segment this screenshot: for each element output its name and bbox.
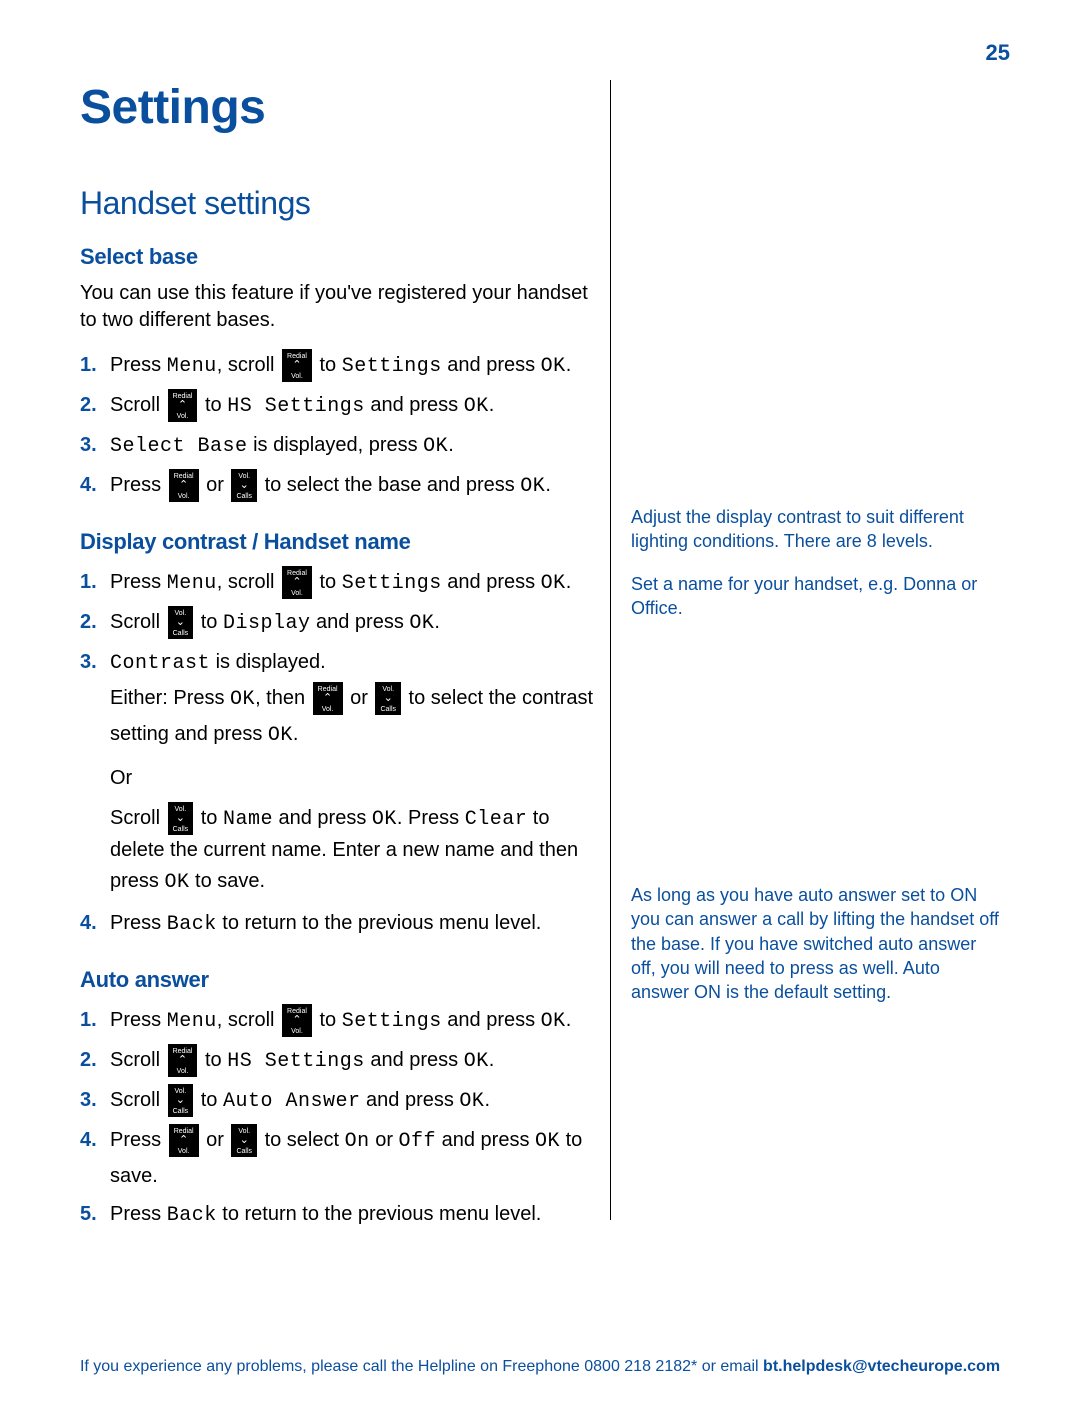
step-2: 2. Scroll Redial⌃Vol. to HS Settings and… <box>80 388 595 424</box>
step-1: 1. Press Menu, scroll Redial⌃Vol. to Set… <box>80 348 595 384</box>
step-1: 1. Press Menu, scroll Redial⌃Vol. to Set… <box>80 1003 595 1039</box>
steps-display-contrast: 1. Press Menu, scroll Redial⌃Vol. to Set… <box>80 565 595 942</box>
up-button-icon: Redial⌃Vol. <box>169 469 199 502</box>
down-button-icon: Vol.⌄Calls <box>231 469 257 502</box>
sidebar: Adjust the display contrast to suit diff… <box>610 80 1000 1220</box>
down-button-icon: Vol.⌄Calls <box>168 606 194 639</box>
intro-select-base: You can use this feature if you've regis… <box>80 280 595 334</box>
sidenote-contrast: Adjust the display contrast to suit diff… <box>631 505 1000 554</box>
down-button-icon: Vol.⌄Calls <box>375 682 401 715</box>
steps-auto-answer: 1. Press Menu, scroll Redial⌃Vol. to Set… <box>80 1003 595 1233</box>
page-content: Settings Handset settings Select base Yo… <box>80 80 1000 1220</box>
step-3-alt: Scroll Vol.⌄Calls to Name and press OK. … <box>110 802 595 898</box>
heading-display-contrast: Display contrast / Handset name <box>80 529 595 555</box>
up-button-icon: Redial⌃Vol. <box>313 682 343 715</box>
up-button-icon: Redial⌃Vol. <box>282 566 312 599</box>
step-4: 4. Press Redial⌃Vol. or Vol.⌄Calls to se… <box>80 1123 595 1193</box>
step-2: 2. Scroll Vol.⌄Calls to Display and pres… <box>80 605 595 641</box>
page-number: 25 <box>986 40 1010 66</box>
up-button-icon: Redial⌃Vol. <box>282 349 312 382</box>
main-column: Settings Handset settings Select base Yo… <box>80 80 610 1220</box>
up-button-icon: Redial⌃Vol. <box>282 1004 312 1037</box>
step-3: 3. Scroll Vol.⌄Calls to Auto Answer and … <box>80 1083 595 1119</box>
down-button-icon: Vol.⌄Calls <box>168 802 194 835</box>
step-3: 3. Contrast is displayed. Either: Press … <box>80 645 595 898</box>
step-4: 4. Press Back to return to the previous … <box>80 906 595 942</box>
footer: If you experience any problems, please c… <box>0 1358 1080 1376</box>
sidenote-name: Set a name for your handset, e.g. Donna … <box>631 572 1000 621</box>
step-4: 4. Press Redial⌃Vol. or Vol.⌄Calls to se… <box>80 468 595 504</box>
heading-auto-answer: Auto answer <box>80 967 595 993</box>
footer-email: bt.helpdesk@vtecheurope.com <box>763 1358 1000 1375</box>
step-2: 2. Scroll Redial⌃Vol. to HS Settings and… <box>80 1043 595 1079</box>
step-5: 5. Press Back to return to the previous … <box>80 1197 595 1233</box>
up-button-icon: Redial⌃Vol. <box>168 389 198 422</box>
down-button-icon: Vol.⌄Calls <box>168 1084 194 1117</box>
step-3: 3. Select Base is displayed, press OK. <box>80 428 595 464</box>
down-button-icon: Vol.⌄Calls <box>231 1124 257 1157</box>
sidenote-auto-answer: As long as you have auto answer set to O… <box>631 883 1000 1004</box>
steps-select-base: 1. Press Menu, scroll Redial⌃Vol. to Set… <box>80 348 595 504</box>
step-1: 1. Press Menu, scroll Redial⌃Vol. to Set… <box>80 565 595 601</box>
subtitle: Handset settings <box>80 185 595 222</box>
up-button-icon: Redial⌃Vol. <box>169 1124 199 1157</box>
up-button-icon: Redial⌃Vol. <box>168 1044 198 1077</box>
page-title: Settings <box>80 80 595 135</box>
heading-select-base: Select base <box>80 244 595 270</box>
or-text: Or <box>110 763 595 794</box>
